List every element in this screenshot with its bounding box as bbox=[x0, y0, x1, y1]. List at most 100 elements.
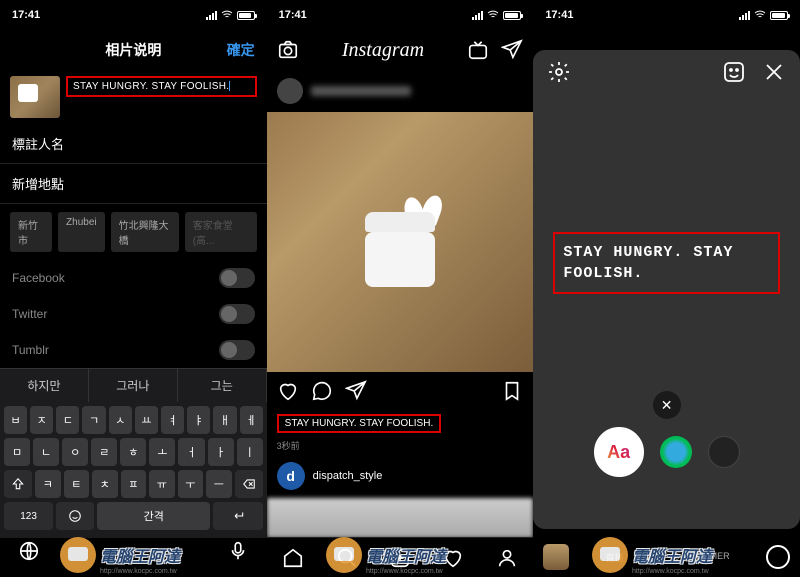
like-icon[interactable] bbox=[277, 380, 299, 402]
dismiss-button[interactable]: ✕ bbox=[653, 391, 681, 419]
igtv-icon[interactable] bbox=[467, 39, 489, 61]
avatar[interactable] bbox=[277, 78, 303, 104]
text-mode-button[interactable]: Aa bbox=[594, 427, 644, 477]
suggested-account[interactable]: d dispatch_style bbox=[267, 454, 534, 498]
toggle[interactable] bbox=[219, 268, 255, 288]
mode-option[interactable] bbox=[660, 436, 692, 468]
key[interactable]: ㅂ bbox=[4, 406, 27, 434]
post-header[interactable] bbox=[267, 70, 534, 112]
key[interactable]: ㅋ bbox=[35, 470, 61, 498]
key[interactable]: ㅏ bbox=[208, 438, 234, 466]
watermark: 電腦王阿達http://www.kocpc.com.tw bbox=[326, 537, 446, 573]
share-icon[interactable] bbox=[345, 380, 367, 402]
post-actions bbox=[267, 372, 534, 410]
signal-icon bbox=[472, 11, 483, 20]
wifi-icon bbox=[754, 9, 766, 21]
suggestion[interactable]: 하지만 bbox=[0, 369, 89, 402]
location-tag[interactable]: 竹北興隆大橋 bbox=[111, 212, 179, 252]
suggestion[interactable]: 그러나 bbox=[89, 369, 178, 402]
location-tag[interactable]: 客家食堂 (高... bbox=[185, 212, 257, 252]
key[interactable]: ㄷ bbox=[56, 406, 79, 434]
story-text[interactable]: STAY HUNGRY. STAY FOOLISH. bbox=[553, 232, 780, 294]
avatar[interactable]: d bbox=[277, 462, 305, 490]
sticker-icon[interactable] bbox=[722, 60, 746, 84]
key[interactable]: ㅕ bbox=[161, 406, 184, 434]
bookmark-icon[interactable] bbox=[501, 380, 523, 402]
switch-camera-button[interactable] bbox=[766, 545, 790, 569]
location-tag[interactable]: Zhubei bbox=[58, 212, 105, 252]
status-icons bbox=[206, 9, 255, 21]
share-facebook[interactable]: Facebook bbox=[0, 260, 267, 296]
key[interactable]: ㅛ bbox=[135, 406, 158, 434]
time-ago: 3秒前 bbox=[267, 437, 534, 454]
gallery-button[interactable] bbox=[543, 544, 569, 570]
close-icon[interactable] bbox=[762, 60, 786, 84]
location-tag[interactable]: 新竹市 bbox=[10, 212, 52, 252]
mode-selector: Aa bbox=[533, 427, 800, 477]
key[interactable]: ㅜ bbox=[178, 470, 204, 498]
key[interactable]: ㅍ bbox=[121, 470, 147, 498]
profile-tab[interactable] bbox=[496, 547, 518, 569]
shift-key[interactable] bbox=[4, 470, 32, 498]
post-image[interactable] bbox=[267, 112, 534, 372]
return-key[interactable] bbox=[213, 502, 262, 530]
add-location-row[interactable]: 新增地點 bbox=[0, 164, 267, 204]
numbers-key[interactable]: 123 bbox=[4, 502, 53, 530]
key[interactable]: ㄹ bbox=[91, 438, 117, 466]
battery-icon bbox=[237, 11, 255, 20]
key[interactable]: ㅐ bbox=[213, 406, 236, 434]
key[interactable]: ㄱ bbox=[82, 406, 105, 434]
share-tumblr[interactable]: Tumblr bbox=[0, 332, 267, 368]
dm-icon[interactable] bbox=[501, 39, 523, 61]
battery-icon bbox=[770, 11, 788, 20]
key[interactable]: ㅅ bbox=[109, 406, 132, 434]
caption-input[interactable]: STAY HUNGRY. STAY FOOLISH. bbox=[66, 76, 257, 97]
key[interactable]: ㅌ bbox=[64, 470, 90, 498]
editor-header: 相片说明 確定 bbox=[0, 30, 267, 70]
location-tags: 新竹市 Zhubei 竹北興隆大橋 客家食堂 (高... bbox=[0, 204, 267, 260]
toggle[interactable] bbox=[219, 304, 255, 324]
camera-icon[interactable] bbox=[277, 39, 299, 61]
key[interactable]: ㅊ bbox=[92, 470, 118, 498]
statusbar: 17:41 bbox=[533, 0, 800, 30]
key[interactable]: ㅇ bbox=[62, 438, 88, 466]
comment-icon[interactable] bbox=[311, 380, 333, 402]
confirm-button[interactable]: 確定 bbox=[227, 40, 255, 60]
watermark: 電腦王阿達http://www.kocpc.com.tw bbox=[592, 537, 712, 573]
key[interactable]: ㅔ bbox=[240, 406, 263, 434]
photo-thumbnail[interactable] bbox=[10, 76, 60, 118]
next-post-preview bbox=[267, 498, 534, 538]
key[interactable]: ㅠ bbox=[149, 470, 175, 498]
wifi-icon bbox=[221, 9, 233, 21]
share-twitter[interactable]: Twitter bbox=[0, 296, 267, 332]
emoji-key[interactable] bbox=[56, 502, 94, 530]
space-key[interactable]: 간격 bbox=[97, 502, 210, 530]
status-time: 17:41 bbox=[12, 9, 40, 21]
key[interactable]: ㅁ bbox=[4, 438, 30, 466]
story-canvas[interactable]: STAY HUNGRY. STAY FOOLISH. ✕ Aa bbox=[533, 50, 800, 529]
key[interactable]: ㅣ bbox=[237, 438, 263, 466]
mode-option[interactable] bbox=[708, 436, 740, 468]
statusbar: 17:41 bbox=[267, 0, 534, 30]
suggestion[interactable]: 그는 bbox=[178, 369, 267, 402]
backspace-key[interactable] bbox=[235, 470, 263, 498]
instagram-logo[interactable]: Instagram bbox=[342, 39, 424, 62]
globe-icon[interactable] bbox=[18, 540, 40, 562]
key[interactable]: ㄴ bbox=[33, 438, 59, 466]
key[interactable]: ㅈ bbox=[30, 406, 53, 434]
mic-icon[interactable] bbox=[227, 540, 249, 562]
screen-story-editor: 17:41 STAY HUNGRY. STAY FOOLISH. ✕ Aa 直播… bbox=[533, 0, 800, 577]
post-caption: STAY HUNGRY. STAY FOOLISH. bbox=[267, 410, 534, 437]
key[interactable]: ㅎ bbox=[120, 438, 146, 466]
key[interactable]: ㅑ bbox=[187, 406, 210, 434]
key[interactable]: ㅗ bbox=[149, 438, 175, 466]
toggle[interactable] bbox=[219, 340, 255, 360]
tag-people-row[interactable]: 標註人名 bbox=[0, 124, 267, 164]
settings-icon[interactable] bbox=[547, 60, 571, 84]
signal-icon bbox=[739, 11, 750, 20]
key[interactable]: ㅓ bbox=[178, 438, 204, 466]
home-tab[interactable] bbox=[282, 547, 304, 569]
status-time: 17:41 bbox=[545, 9, 573, 21]
header-title: 相片说明 bbox=[105, 40, 161, 60]
key[interactable]: ㅡ bbox=[206, 470, 232, 498]
